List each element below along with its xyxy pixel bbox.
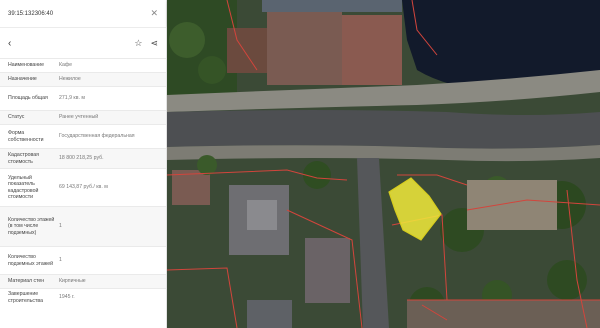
property-row: Количество подземных этажей 1 [0,246,166,274]
property-row: Количество этажей (в том числе подземных… [0,206,166,246]
star-icon[interactable]: ☆ [134,38,142,49]
property-key: Кадастровая стоимость [8,152,39,165]
chevron-left-icon[interactable]: ‹ [8,38,126,49]
property-row: Удельный показатель кадастровой стоимост… [0,168,166,206]
property-value: Нежилое [59,76,81,83]
share-icon[interactable]: ⋖ [150,38,158,49]
property-value: 69 143,87 руб./ кв. м [59,184,108,191]
property-row: Завершение строительства 1945 г. [0,288,166,306]
panel-toolbar: ‹ ☆ ⋖ [0,28,166,58]
property-key: Площадь общая [8,95,48,102]
close-icon[interactable]: ✕ [150,9,158,18]
property-row: Форма собственности Государственная федер… [0,124,166,148]
property-key: Статус [8,114,25,121]
property-key: Завершение строительства [8,291,43,304]
map-canvas[interactable] [167,0,600,328]
property-value: Ранее учтенный [59,114,99,121]
property-key: Форма собственности [8,130,44,143]
property-key: Количество этажей (в том числе подземных… [8,216,55,236]
property-row: Назначение Нежилое [0,72,166,86]
cadastral-number-field[interactable]: 39:15:132306:40 [8,11,150,17]
property-row: Площадь общая 271,9 кв. м [0,86,166,110]
property-value: 1 [59,223,62,230]
property-row: Материал стен Кирпичные [0,274,166,288]
property-value: Кафе [59,62,73,69]
main-road [167,110,600,149]
property-value: 1945 г. [59,294,75,301]
properties-list: Наименование Кафе Назначение Нежилое Площадь… [0,58,166,306]
property-value: 271,9 кв. м [59,95,85,102]
property-key: Материал стен [8,278,45,285]
property-row: Наименование Кафе [0,58,166,72]
property-row: Статус Ранее учтенный [0,110,166,124]
property-value: Государственная федеральная [59,133,135,140]
info-panel: 39:15:132306:40 ✕ ‹ ☆ ⋖ Наименование Кафе… [0,0,167,328]
property-value: 1 [59,257,62,264]
property-key: Назначение [8,76,37,83]
property-value: 18 800 218,25 руб. [59,155,104,162]
search-bar[interactable]: 39:15:132306:40 ✕ [0,0,166,28]
property-key: Наименование [8,62,44,69]
property-key: Количество подземных этажей [8,254,53,267]
satellite-map[interactable] [167,0,600,328]
property-value: Кирпичные [59,278,86,285]
property-row: Кадастровая стоимость 18 800 218,25 руб. [0,148,166,168]
property-key: Удельный показатель кадастровой стоимост… [8,174,39,200]
